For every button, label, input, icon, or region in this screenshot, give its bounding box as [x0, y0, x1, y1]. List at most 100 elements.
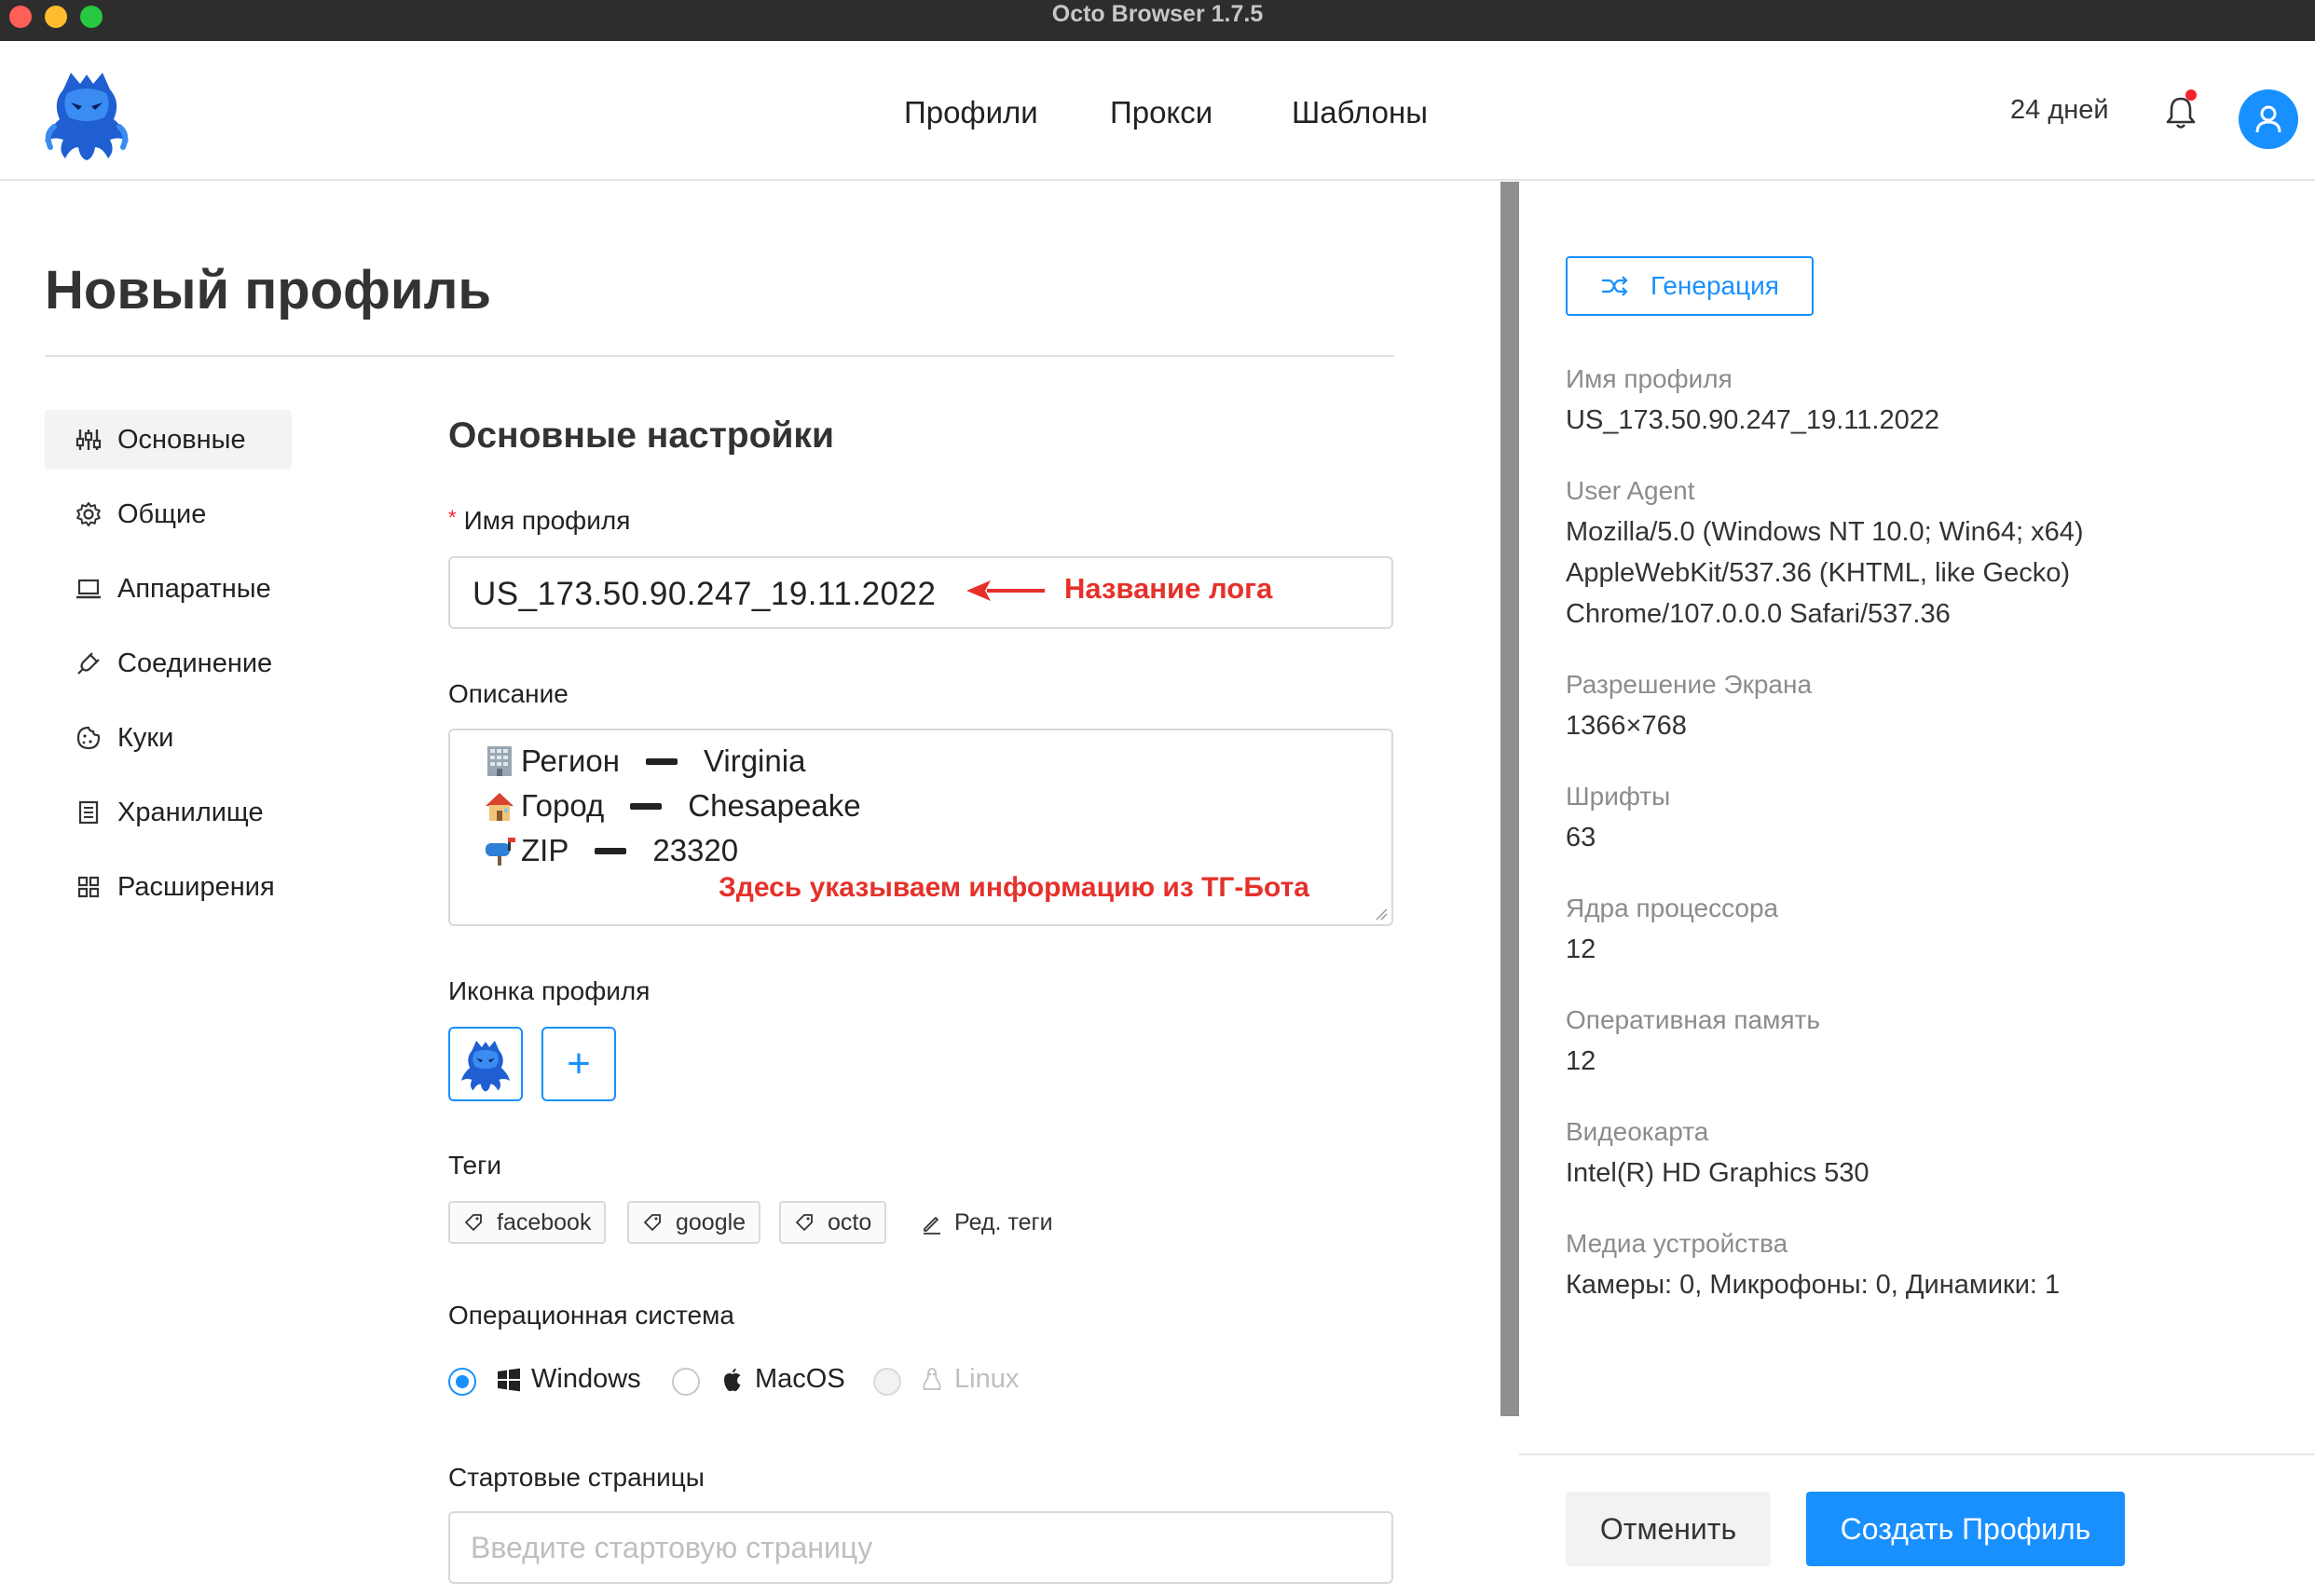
- apple-icon: [724, 1368, 741, 1391]
- user-avatar[interactable]: [2239, 89, 2298, 149]
- description-key: Регион: [521, 743, 620, 778]
- side-item-label: Куки: [117, 722, 174, 753]
- side-item-storage[interactable]: Хранилище: [45, 783, 292, 842]
- edit-tags-button[interactable]: Ред. теги: [921, 1209, 1053, 1236]
- tag-icon: [465, 1214, 482, 1231]
- storage-icon: [78, 800, 99, 825]
- os-option-windows[interactable]: Windows: [496, 1364, 641, 1395]
- arrow-left-icon: [966, 580, 1045, 601]
- linux-icon: [923, 1367, 941, 1390]
- description-label: Описание: [448, 679, 568, 708]
- main-scrollbar[interactable]: [1500, 182, 1519, 1416]
- profile-name-label: * Имя профиля: [448, 506, 631, 535]
- window-title: Octo Browser 1.7.5: [1051, 1, 1264, 27]
- section-title: Основные настройки: [448, 416, 834, 456]
- summary-label: Медиа устройства: [1566, 1229, 1788, 1258]
- top-navbar: Профили Прокси Шаблоны 24 дней: [0, 41, 2315, 181]
- cancel-button[interactable]: Отменить: [1566, 1492, 1771, 1566]
- gear-icon: [76, 502, 101, 526]
- create-profile-button[interactable]: Создать Профиль: [1806, 1492, 2125, 1566]
- nav-profiles[interactable]: Профили: [904, 95, 1038, 130]
- side-item-cookies[interactable]: Куки: [45, 708, 292, 768]
- os-option-linux[interactable]: Linux: [919, 1364, 1019, 1395]
- tag-facebook[interactable]: facebook: [448, 1201, 607, 1244]
- profile-icon-selected[interactable]: [448, 1027, 523, 1101]
- octo-avatar-icon: [460, 1040, 511, 1092]
- side-item-label: Соединение: [117, 648, 273, 678]
- tag-icon: [644, 1214, 661, 1231]
- nav-templates[interactable]: Шаблоны: [1292, 95, 1428, 130]
- shuffle-icon: [1602, 276, 1628, 296]
- mailbox-icon: [486, 838, 515, 866]
- summary-value: Mozilla/5.0 (Windows NT 10.0; Win64; x64…: [1566, 517, 2084, 629]
- dash-separator: [630, 802, 663, 810]
- side-item-label: Расширения: [117, 871, 275, 902]
- grid-icon: [77, 876, 100, 898]
- summary-label: Разрешение Экрана: [1566, 670, 1813, 699]
- os-radio-windows[interactable]: [448, 1368, 476, 1396]
- sliders-icon: [75, 430, 102, 450]
- window-titlebar: Octo Browser 1.7.5: [0, 0, 2315, 41]
- settings-side-menu: Основные Общие Аппаратные Соединение Кук…: [45, 410, 292, 932]
- laptop-icon: [76, 579, 101, 599]
- octo-logo-icon[interactable]: [35, 61, 138, 164]
- side-item-basic[interactable]: Основные: [45, 410, 292, 470]
- summary-label: Имя профиля: [1566, 364, 1733, 393]
- summary-value: 63: [1566, 823, 1596, 853]
- pencil-icon: [924, 1216, 940, 1235]
- side-item-hardware[interactable]: Аппаратные: [45, 559, 292, 619]
- description-line: ZIP 23320: [482, 833, 738, 868]
- footer-divider: [1519, 1453, 2315, 1455]
- house-icon: [486, 793, 514, 821]
- side-item-label: Хранилище: [117, 797, 264, 827]
- description-line: Город Chesapeake: [482, 788, 861, 824]
- os-radio-macos[interactable]: [672, 1368, 700, 1396]
- title-divider: [45, 355, 1394, 357]
- side-item-general[interactable]: Общие: [45, 484, 292, 544]
- add-icon-button[interactable]: +: [541, 1027, 616, 1101]
- side-item-label: Аппаратные: [117, 573, 271, 604]
- user-icon: [2255, 105, 2281, 133]
- plug-icon: [77, 652, 100, 675]
- side-item-extensions[interactable]: Расширения: [45, 857, 292, 917]
- summary-value: 1366×768: [1566, 711, 1687, 741]
- description-value: 23320: [652, 833, 739, 867]
- summary-value: Intel(R) HD Graphics 530: [1566, 1158, 1870, 1188]
- start-pages-field[interactable]: [448, 1511, 1393, 1584]
- profile-name-value: US_173.50.90.247_19.11.2022: [473, 576, 937, 612]
- tag-octo[interactable]: octo: [779, 1201, 887, 1244]
- dash-separator: [595, 847, 627, 854]
- summary-value: 12: [1566, 934, 1596, 964]
- description-textarea[interactable]: Регион Virginia Город Chesapeake ZIP 233…: [448, 729, 1393, 926]
- resize-grip-icon[interactable]: [1375, 907, 1388, 921]
- description-value: Virginia: [703, 743, 806, 778]
- profile-summary-panel: Генерация Имя профиля US_173.50.90.247_1…: [1519, 182, 2315, 1596]
- start-pages-input[interactable]: [450, 1513, 1391, 1582]
- summary-label: User Agent: [1566, 476, 1695, 505]
- summary-value: Камеры: 0, Микрофоны: 0, Динамики: 1: [1566, 1270, 2061, 1300]
- windows-icon: [498, 1368, 520, 1391]
- side-item-connection[interactable]: Соединение: [45, 634, 292, 693]
- description-line: Регион Virginia: [482, 743, 805, 779]
- tags-label: Теги: [448, 1151, 501, 1180]
- office-building-icon: [487, 746, 512, 776]
- notification-dot: [2185, 89, 2197, 101]
- plus-icon: +: [567, 1041, 591, 1086]
- description-value: Chesapeake: [688, 788, 861, 823]
- tag-google[interactable]: google: [627, 1201, 761, 1244]
- summary-label: Шрифты: [1566, 782, 1671, 811]
- profile-icon-label: Иконка профиля: [448, 976, 651, 1005]
- cookie-icon: [76, 726, 101, 750]
- os-label: Операционная система: [448, 1301, 734, 1330]
- generate-button[interactable]: Генерация: [1566, 256, 1814, 316]
- summary-label: Оперативная память: [1566, 1005, 1820, 1034]
- dash-separator: [645, 757, 678, 765]
- start-pages-label: Стартовые страницы: [448, 1463, 705, 1492]
- nav-proxies[interactable]: Прокси: [1110, 95, 1212, 130]
- os-option-macos[interactable]: MacOS: [719, 1364, 845, 1395]
- side-item-label: Общие: [117, 498, 207, 529]
- description-key: Город: [521, 788, 605, 823]
- os-radio-linux[interactable]: [873, 1368, 901, 1396]
- tag-icon: [796, 1214, 813, 1231]
- side-item-label: Основные: [117, 424, 246, 455]
